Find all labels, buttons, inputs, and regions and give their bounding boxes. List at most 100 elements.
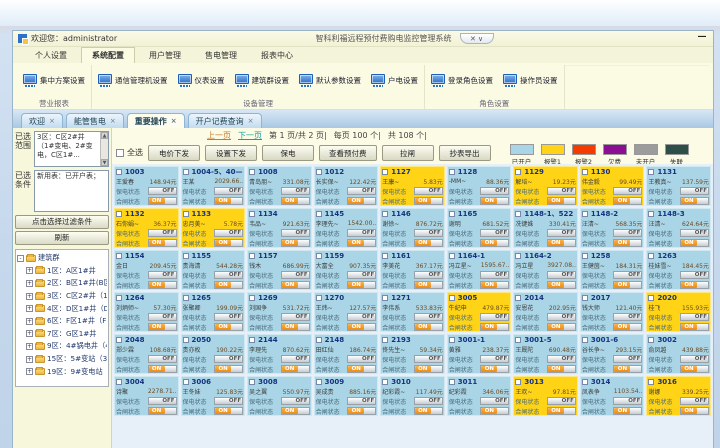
switch-state-toggle[interactable]: ON: [414, 239, 443, 247]
toolbar-button-2[interactable]: 保电: [262, 145, 314, 161]
switch-state-toggle[interactable]: ON: [281, 365, 310, 373]
tree-node-7[interactable]: +15区：5#变站（3#变电...: [17, 353, 107, 366]
switch-state-toggle[interactable]: ON: [547, 323, 576, 331]
keep-power-toggle[interactable]: OFF: [480, 271, 509, 279]
room-checkbox[interactable]: [116, 169, 122, 175]
room-checkbox[interactable]: [116, 211, 122, 217]
room-checkbox[interactable]: [648, 253, 654, 259]
room-checkbox[interactable]: [515, 169, 521, 175]
keep-power-toggle[interactable]: OFF: [613, 187, 642, 195]
tree-node-6[interactable]: +9区：4#锅电井（4#锅...: [17, 340, 107, 353]
room-checkbox[interactable]: [116, 253, 122, 259]
room-checkbox[interactable]: [449, 337, 455, 343]
keep-power-toggle[interactable]: OFF: [680, 271, 709, 279]
room-checkbox[interactable]: [449, 169, 455, 175]
expand-expander-icon[interactable]: +: [26, 330, 33, 337]
tab-close-icon[interactable]: ×: [110, 117, 116, 125]
keep-power-toggle[interactable]: OFF: [347, 187, 376, 195]
switch-state-toggle[interactable]: ON: [214, 197, 243, 205]
tree-node-0[interactable]: +1区：A区1#井: [17, 265, 107, 278]
expand-expander-icon[interactable]: +: [26, 293, 33, 300]
expand-expander-icon[interactable]: +: [26, 267, 33, 274]
room-checkbox[interactable]: [515, 211, 521, 217]
tab-1[interactable]: 能管售电×: [66, 113, 124, 128]
tab-close-icon[interactable]: ×: [171, 117, 177, 125]
room-checkbox[interactable]: [316, 253, 322, 259]
tab-0[interactable]: 欢迎×: [21, 113, 63, 128]
keep-power-toggle[interactable]: OFF: [214, 355, 243, 363]
tree-node-8[interactable]: +19区：9#变电站（2#...: [17, 365, 107, 378]
switch-state-toggle[interactable]: ON: [613, 407, 642, 415]
keep-power-toggle[interactable]: OFF: [680, 313, 709, 321]
expand-expander-icon[interactable]: +: [26, 280, 33, 287]
room-checkbox[interactable]: [183, 337, 189, 343]
switch-state-toggle[interactable]: ON: [214, 281, 243, 289]
switch-state-toggle[interactable]: ON: [214, 365, 243, 373]
room-checkbox[interactable]: [116, 337, 122, 343]
keep-power-toggle[interactable]: OFF: [680, 397, 709, 405]
room-checkbox[interactable]: [316, 211, 322, 217]
collapse-expander-icon[interactable]: -: [17, 255, 24, 262]
keep-power-toggle[interactable]: OFF: [281, 229, 310, 237]
tree-node-5[interactable]: +7区：G区1#井: [17, 328, 107, 341]
tab-close-icon[interactable]: ×: [248, 117, 254, 125]
room-checkbox[interactable]: [515, 337, 521, 343]
keep-power-toggle[interactable]: OFF: [148, 355, 177, 363]
menu-item-4[interactable]: 报表中心: [251, 48, 303, 63]
keep-power-toggle[interactable]: OFF: [680, 229, 709, 237]
menu-item-1[interactable]: 系统配置: [81, 47, 135, 63]
switch-state-toggle[interactable]: ON: [414, 281, 443, 289]
switch-state-toggle[interactable]: ON: [214, 239, 243, 247]
room-checkbox[interactable]: [582, 169, 588, 175]
switch-state-toggle[interactable]: ON: [613, 323, 642, 331]
ribbon-button-1-0[interactable]: 通信管理机设置: [98, 74, 168, 88]
switch-state-toggle[interactable]: ON: [347, 407, 376, 415]
selected-condition-box[interactable]: 新用表：已开户表；: [34, 170, 109, 212]
keep-power-toggle[interactable]: OFF: [480, 397, 509, 405]
menu-item-2[interactable]: 用户管理: [139, 48, 191, 63]
switch-state-toggle[interactable]: ON: [613, 365, 642, 373]
room-checkbox[interactable]: [316, 295, 322, 301]
toolbar-button-5[interactable]: 抄表导出: [439, 145, 491, 161]
keep-power-toggle[interactable]: OFF: [214, 229, 243, 237]
keep-power-toggle[interactable]: OFF: [214, 313, 243, 321]
minimize-button[interactable]: —: [696, 34, 708, 44]
refresh-button[interactable]: 刷新: [15, 231, 109, 245]
keep-power-toggle[interactable]: OFF: [148, 271, 177, 279]
keep-power-toggle[interactable]: OFF: [414, 271, 443, 279]
next-page-link[interactable]: 下一页: [238, 130, 262, 141]
room-checkbox[interactable]: [515, 253, 521, 259]
switch-state-toggle[interactable]: ON: [347, 239, 376, 247]
room-checkbox[interactable]: [382, 295, 388, 301]
room-checkbox[interactable]: [648, 169, 654, 175]
room-checkbox[interactable]: [249, 295, 255, 301]
menu-item-0[interactable]: 个人设置: [25, 48, 77, 63]
ribbon-button-1-1[interactable]: 仪表设置: [178, 74, 225, 88]
room-checkbox[interactable]: [449, 211, 455, 217]
switch-state-toggle[interactable]: ON: [347, 323, 376, 331]
prev-page-link[interactable]: 上一页: [207, 130, 231, 141]
tree-node-1[interactable]: +2区：B区1#井(B区1#...: [17, 277, 107, 290]
keep-power-toggle[interactable]: OFF: [613, 397, 642, 405]
switch-state-toggle[interactable]: ON: [148, 407, 177, 415]
switch-state-toggle[interactable]: ON: [680, 407, 709, 415]
selected-range-listbox[interactable]: 3区：C区2#井（1#变电、2#变电，C区1#... ▲ ▼: [34, 131, 109, 167]
switch-state-toggle[interactable]: ON: [680, 365, 709, 373]
room-checkbox[interactable]: [382, 253, 388, 259]
keep-power-toggle[interactable]: OFF: [547, 397, 576, 405]
switch-state-toggle[interactable]: ON: [414, 365, 443, 373]
switch-state-toggle[interactable]: ON: [347, 365, 376, 373]
switch-state-toggle[interactable]: ON: [480, 323, 509, 331]
switch-state-toggle[interactable]: ON: [281, 323, 310, 331]
tab-2[interactable]: 重要操作×: [127, 113, 185, 128]
keep-power-toggle[interactable]: OFF: [347, 271, 376, 279]
keep-power-toggle[interactable]: OFF: [214, 397, 243, 405]
room-checkbox[interactable]: [183, 169, 189, 175]
keep-power-toggle[interactable]: OFF: [613, 313, 642, 321]
ribbon-button-1-2[interactable]: 建筑群设置: [235, 74, 290, 88]
switch-state-toggle[interactable]: ON: [680, 323, 709, 331]
keep-power-toggle[interactable]: OFF: [613, 229, 642, 237]
ribbon-button-2-1[interactable]: 操作员设置: [503, 74, 558, 88]
keep-power-toggle[interactable]: OFF: [680, 187, 709, 195]
room-checkbox[interactable]: [249, 169, 255, 175]
